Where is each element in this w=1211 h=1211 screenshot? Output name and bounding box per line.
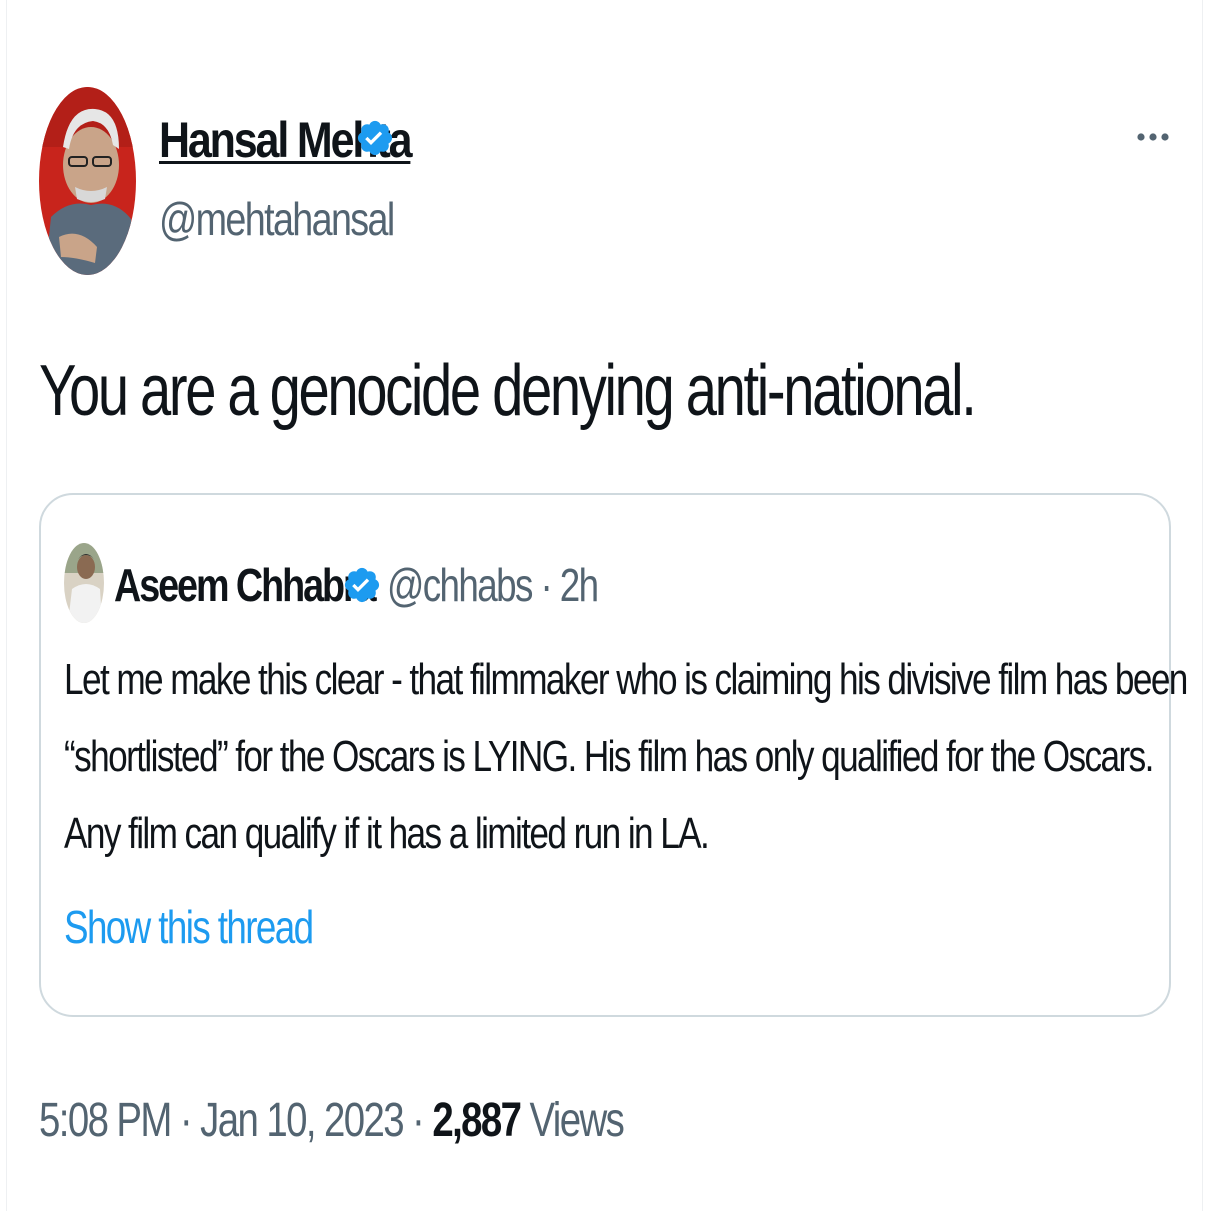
quoted-tweet-line: Let me make this clear - that filmmaker … bbox=[64, 655, 1188, 704]
tweet-timestamp[interactable]: 5:08 PM · Jan 10, 2023 · bbox=[39, 1094, 432, 1147]
quoted-tweet-line: Any film can qualify if it has a limited… bbox=[64, 809, 710, 858]
views-label: Views bbox=[520, 1094, 624, 1147]
tweet-text: You are a genocide denying anti-national… bbox=[39, 351, 977, 431]
author-avatar[interactable] bbox=[39, 87, 136, 275]
show-thread-link[interactable]: Show this thread bbox=[64, 900, 314, 954]
author-handle[interactable]: @mehtahansal bbox=[159, 192, 395, 246]
avatar-photo bbox=[64, 543, 104, 623]
quoted-author-handle-time[interactable]: @chhabs · 2h bbox=[387, 558, 599, 612]
author-name-row[interactable]: Hansal Mehta bbox=[159, 111, 451, 169]
quoted-tweet-line: “shortlisted” for the Oscars is LYING. H… bbox=[64, 732, 1154, 781]
quoted-author-avatar[interactable] bbox=[64, 543, 104, 623]
verified-badge-icon bbox=[344, 567, 380, 603]
views-count[interactable]: 2,887 bbox=[432, 1094, 522, 1147]
more-horizontal-icon[interactable] bbox=[1136, 127, 1170, 147]
quoted-author-name[interactable]: Aseem Chhabra bbox=[114, 558, 377, 612]
avatar-photo bbox=[39, 87, 136, 275]
tweet-meta: 5:08 PM · Jan 10, 2023 · 2,887 Views bbox=[39, 1093, 625, 1148]
verified-badge-icon bbox=[357, 120, 393, 156]
